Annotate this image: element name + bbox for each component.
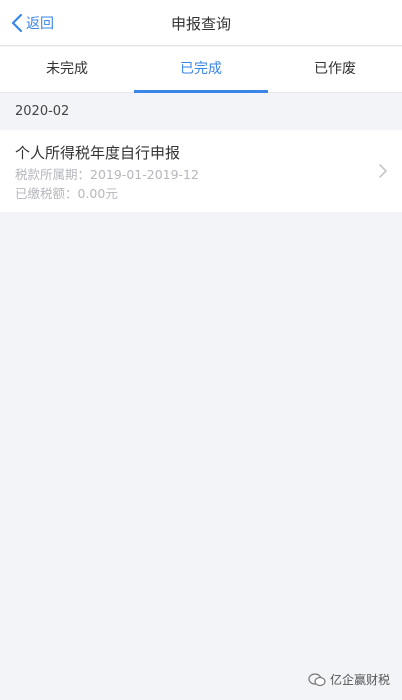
- tab-completed[interactable]: 已完成: [134, 47, 268, 93]
- tab-bar: 未完成 已完成 已作废: [0, 47, 402, 93]
- nav-bar: 返回 申报查询: [0, 0, 402, 46]
- tax-period: 税款所属期：2019-01-2019-12: [15, 167, 199, 182]
- tab-incomplete[interactable]: 未完成: [0, 47, 134, 92]
- watermark: 亿企赢财税: [308, 671, 390, 688]
- wechat-icon: [308, 672, 326, 686]
- chevron-right-icon: [379, 164, 387, 178]
- group-header-month: 2020-02: [0, 94, 402, 130]
- tax-paid-amount: 已缴税额：0.00元: [15, 186, 118, 201]
- page-title: 申报查询: [170, 15, 231, 33]
- watermark-text: 亿企赢财税: [329, 673, 390, 687]
- app-root: 返回 申报查询 未完成 已完成 已作废 2020-02 个人所得税年度自行申报 …: [0, 0, 402, 700]
- declaration-title: 个人所得税年度自行申报: [15, 144, 181, 162]
- tab-voided[interactable]: 已作废: [268, 47, 402, 92]
- declaration-list-item[interactable]: 个人所得税年度自行申报 税款所属期：2019-01-2019-12 已缴税额：0…: [0, 130, 402, 212]
